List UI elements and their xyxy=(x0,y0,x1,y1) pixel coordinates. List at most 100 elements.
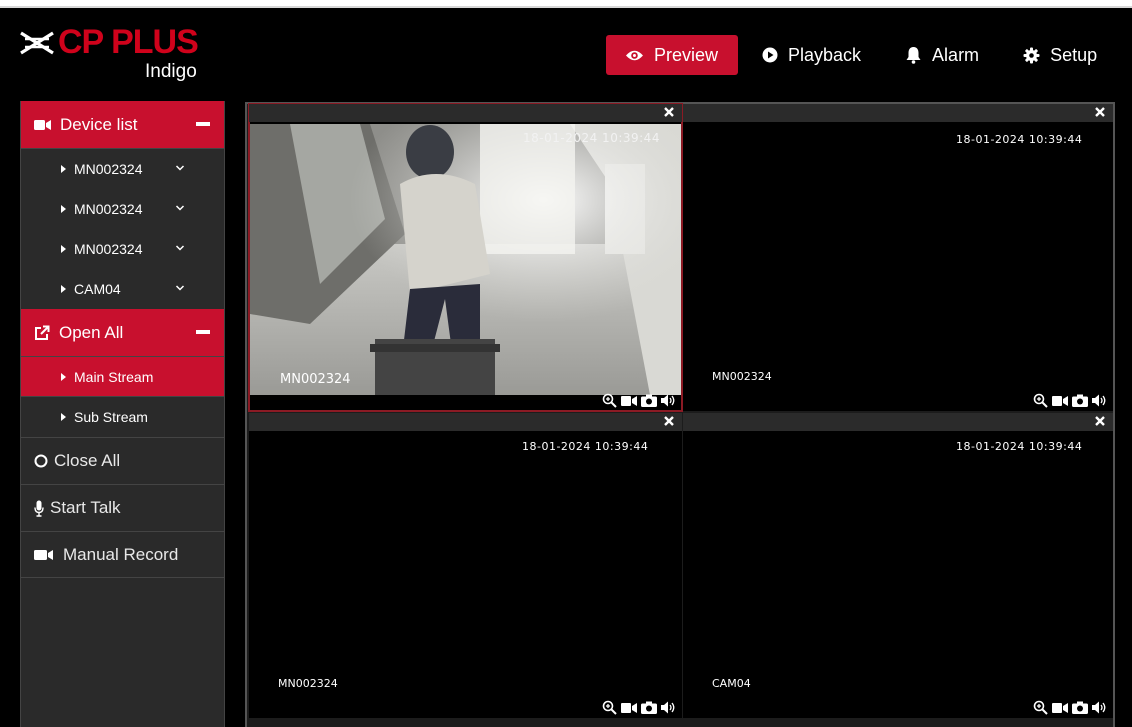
nav-setup-button[interactable]: Setup xyxy=(1023,35,1097,75)
video-pane[interactable]: 18-01-2024 10:39:44 MN002324 xyxy=(683,104,1113,411)
nav-preview-button[interactable]: Preview xyxy=(606,35,738,75)
device-item-label: MN002324 xyxy=(74,161,143,177)
camera-snapshot-icon[interactable] xyxy=(1072,701,1088,714)
zoom-in-icon[interactable] xyxy=(602,700,617,715)
device-item[interactable]: MN002324 xyxy=(21,189,224,229)
video-pane[interactable]: 18-01-2024 10:39:44 CAM04 xyxy=(683,413,1113,718)
chevron-down-icon[interactable] xyxy=(175,203,185,213)
chevron-down-icon[interactable] xyxy=(175,163,185,173)
pane-title-bar xyxy=(249,104,682,122)
stream-item-sub[interactable]: Sub Stream xyxy=(21,397,224,437)
caret-right-icon xyxy=(61,413,66,421)
device-item-label: MN002324 xyxy=(74,241,143,257)
camera-snapshot-icon[interactable] xyxy=(641,701,657,714)
video-camera-icon xyxy=(34,549,53,560)
eye-icon xyxy=(625,50,643,60)
pane-title-bar xyxy=(683,104,1113,122)
brand-logo: CP PLUS Indigo xyxy=(19,24,204,86)
close-all-label: Close All xyxy=(54,451,121,470)
speaker-icon[interactable] xyxy=(661,701,676,714)
pane-title-bar xyxy=(683,413,1113,431)
pane-toolbar xyxy=(602,393,676,408)
main-nav: Preview Playback Alarm Setup xyxy=(606,35,1097,75)
device-item[interactable]: CAM04 xyxy=(21,269,224,309)
pane-camera-name: CAM04 xyxy=(712,677,751,690)
pane-camera-name: MN002324 xyxy=(712,370,772,383)
gear-icon xyxy=(1023,47,1040,63)
zoom-in-icon[interactable] xyxy=(1033,393,1048,408)
open-all-header[interactable]: Open All xyxy=(21,309,224,357)
speaker-icon[interactable] xyxy=(1092,394,1107,407)
caret-right-icon xyxy=(61,285,66,293)
speaker-icon[interactable] xyxy=(661,394,676,407)
manual-record-label: Manual Record xyxy=(63,544,179,564)
nav-preview-label: Preview xyxy=(653,44,718,65)
bell-icon xyxy=(906,47,921,64)
stream-item-label: Sub Stream xyxy=(74,409,148,425)
close-icon[interactable] xyxy=(1093,105,1107,119)
camera-snapshot-icon[interactable] xyxy=(641,394,657,407)
pane-toolbar xyxy=(1033,393,1107,408)
close-icon[interactable] xyxy=(662,414,676,428)
close-all-button[interactable]: Close All xyxy=(21,437,224,484)
chevron-down-icon[interactable] xyxy=(175,243,185,253)
pane-toolbar xyxy=(1033,700,1107,715)
caret-right-icon xyxy=(61,245,66,253)
device-item-label: CAM04 xyxy=(74,281,121,297)
camera-feed-image xyxy=(250,124,681,395)
pane-timestamp: 18-01-2024 10:39:44 xyxy=(523,131,660,145)
manual-record-button[interactable]: Manual Record xyxy=(21,531,224,578)
camera-snapshot-icon[interactable] xyxy=(1072,394,1088,407)
collapse-minus-icon[interactable] xyxy=(196,122,210,126)
open-all-label: Open All xyxy=(59,322,124,342)
start-talk-label: Start Talk xyxy=(50,498,121,517)
caret-right-icon xyxy=(61,205,66,213)
record-video-icon[interactable] xyxy=(621,702,637,714)
record-video-icon[interactable] xyxy=(1052,702,1068,714)
speaker-icon[interactable] xyxy=(1092,701,1107,714)
chevron-down-icon[interactable] xyxy=(175,283,185,293)
external-link-icon xyxy=(35,325,50,340)
collapse-minus-icon[interactable] xyxy=(196,330,210,334)
device-item[interactable]: MN002324 xyxy=(21,149,224,189)
nav-playback-button[interactable]: Playback xyxy=(762,35,861,75)
close-icon[interactable] xyxy=(662,105,676,119)
brand-name: CP PLUS xyxy=(58,23,199,61)
pane-title-bar xyxy=(249,413,682,431)
caret-right-icon xyxy=(61,165,66,173)
stream-item-main[interactable]: Main Stream xyxy=(21,357,224,397)
circle-icon xyxy=(34,454,48,468)
nav-setup-label: Setup xyxy=(1050,44,1098,65)
nav-alarm-button[interactable]: Alarm xyxy=(905,35,979,75)
video-pane[interactable]: 18-01-2024 10:39:44 MN002324 xyxy=(248,103,683,412)
microphone-icon xyxy=(34,500,44,517)
device-list-label: Device list xyxy=(60,114,138,134)
pane-timestamp: 18-01-2024 10:39:44 xyxy=(956,440,1083,453)
play-circle-icon xyxy=(762,47,778,63)
pane-camera-name: MN002324 xyxy=(278,677,338,690)
brand-sub: Indigo xyxy=(145,61,197,82)
browser-top-strip xyxy=(0,0,1132,8)
zoom-in-icon[interactable] xyxy=(602,393,617,408)
record-video-icon[interactable] xyxy=(621,395,637,407)
device-list-header[interactable]: Device list xyxy=(21,101,224,149)
device-item-label: MN002324 xyxy=(74,201,143,217)
pane-timestamp: 18-01-2024 10:39:44 xyxy=(522,440,649,453)
video-pane[interactable]: 18-01-2024 10:39:44 MN002324 xyxy=(249,413,682,718)
pane-timestamp: 18-01-2024 10:39:44 xyxy=(956,133,1083,146)
device-item[interactable]: MN002324 xyxy=(21,229,224,269)
video-camera-icon xyxy=(34,119,51,130)
zoom-in-icon[interactable] xyxy=(1033,700,1048,715)
caret-right-icon xyxy=(61,372,66,381)
pane-toolbar xyxy=(602,700,676,715)
stream-item-label: Main Stream xyxy=(74,368,154,385)
sidebar: Device list MN002324 MN002324 MN002324 C… xyxy=(20,101,225,727)
close-icon[interactable] xyxy=(1093,414,1107,428)
nav-alarm-label: Alarm xyxy=(932,44,980,65)
cp-plus-logo-mark-icon xyxy=(20,31,54,55)
record-video-icon[interactable] xyxy=(1052,395,1068,407)
start-talk-button[interactable]: Start Talk xyxy=(21,484,224,531)
video-grid: 18-01-2024 10:39:44 MN002324 18-01-2024 … xyxy=(245,102,1115,727)
nav-playback-label: Playback xyxy=(788,44,862,65)
pane-camera-name: MN002324 xyxy=(280,372,351,387)
